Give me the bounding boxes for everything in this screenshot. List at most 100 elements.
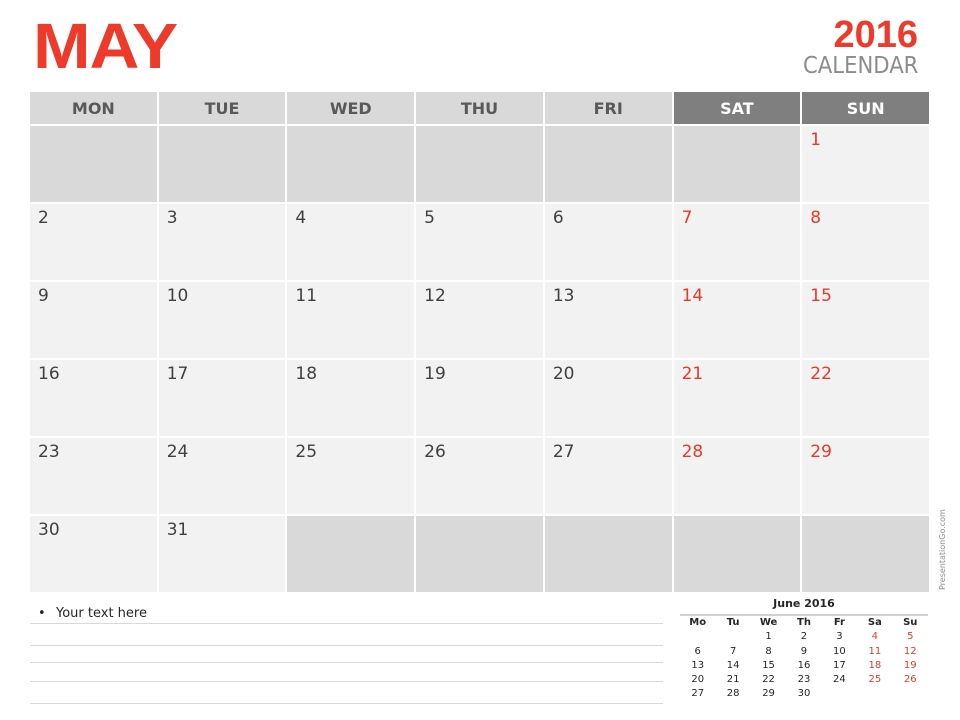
day-number: 18 bbox=[295, 364, 318, 384]
bullet-icon: • bbox=[38, 606, 46, 621]
day-cell[interactable]: 25 bbox=[287, 438, 415, 514]
mini-day: 29 bbox=[762, 688, 775, 700]
mini-day: 25 bbox=[868, 674, 882, 686]
mini-empty-cell bbox=[857, 687, 892, 701]
note-item[interactable]: • Your text here bbox=[38, 606, 147, 621]
day-cell[interactable]: 4 bbox=[287, 204, 415, 280]
month-title: MAY bbox=[33, 10, 178, 82]
month-calendar-grid: MON TUE WED THU FRI SAT SUN 1 2 3 4 5 6 7 8 9 10 11 12 13 14… bbox=[30, 92, 929, 592]
day-cell[interactable]: 11 bbox=[287, 282, 415, 358]
day-cell[interactable]: 20 bbox=[544, 360, 672, 436]
day-cell[interactable]: 27 bbox=[544, 438, 672, 514]
day-cell[interactable]: 26 bbox=[416, 438, 543, 514]
day-number: 12 bbox=[424, 286, 446, 306]
mini-day: 6 bbox=[694, 645, 701, 657]
day-number: 5 bbox=[424, 208, 435, 228]
day-cell[interactable]: 28 bbox=[673, 438, 801, 514]
day-cell[interactable]: 17 bbox=[158, 360, 286, 436]
day-cell[interactable]: 13 bbox=[544, 282, 672, 358]
day-cell[interactable]: 12 bbox=[416, 282, 543, 358]
day-cell[interactable]: 15 bbox=[802, 282, 929, 358]
day-number: 22 bbox=[810, 364, 832, 384]
mini-weekday-fr: Fr bbox=[833, 617, 845, 628]
mini-day: 17 bbox=[833, 659, 846, 671]
watermark: PresentationGo.com bbox=[938, 509, 947, 590]
mini-day: 4 bbox=[871, 631, 879, 643]
empty-day-cell bbox=[544, 516, 672, 592]
day-number: 14 bbox=[681, 286, 704, 306]
mini-day: 30 bbox=[797, 688, 811, 700]
empty-day-cell bbox=[544, 126, 672, 202]
mini-empty-cell bbox=[715, 630, 750, 644]
mini-weekday-we: We bbox=[759, 617, 778, 628]
empty-day-cell bbox=[287, 126, 415, 202]
calendar-label: CALENDAR bbox=[802, 53, 918, 79]
mini-day: 12 bbox=[903, 645, 917, 657]
empty-day-cell bbox=[416, 516, 543, 592]
day-cell[interactable]: 18 bbox=[287, 360, 415, 436]
day-number: 6 bbox=[552, 208, 564, 228]
day-number: 25 bbox=[295, 442, 318, 462]
mini-day: 23 bbox=[797, 674, 811, 686]
weekday-header-fri: FRI bbox=[544, 92, 672, 124]
mini-day: 24 bbox=[833, 674, 846, 686]
note-text: Your text here bbox=[56, 606, 147, 621]
day-cell[interactable]: 6 bbox=[544, 204, 672, 280]
mini-empty-cell bbox=[680, 630, 715, 644]
mini-day: 15 bbox=[762, 659, 775, 671]
day-number: 15 bbox=[810, 286, 832, 306]
mini-empty-cell bbox=[822, 687, 857, 701]
mini-day: 1 bbox=[765, 631, 772, 643]
day-cell[interactable]: 3 bbox=[158, 204, 286, 280]
day-number: 26 bbox=[424, 442, 446, 462]
mini-day: 14 bbox=[726, 659, 740, 671]
mini-day: 7 bbox=[729, 645, 737, 657]
mini-day: 10 bbox=[833, 645, 846, 657]
mini-weekday-su: Su bbox=[903, 617, 918, 628]
day-cell[interactable]: 31 bbox=[158, 516, 286, 592]
day-cell[interactable]: 29 bbox=[802, 438, 929, 514]
day-number: 23 bbox=[38, 442, 60, 462]
note-line bbox=[30, 681, 663, 682]
day-number: 10 bbox=[166, 286, 189, 306]
day-number: 13 bbox=[552, 286, 575, 306]
day-number: 21 bbox=[681, 364, 704, 384]
day-cell[interactable]: 7 bbox=[673, 204, 801, 280]
note-line bbox=[30, 645, 663, 646]
day-cell[interactable]: 14 bbox=[673, 282, 801, 358]
day-cell[interactable]: 5 bbox=[416, 204, 543, 280]
mini-day: 8 bbox=[765, 645, 772, 657]
day-number: 9 bbox=[38, 286, 49, 306]
mini-day: 2 bbox=[800, 631, 808, 643]
day-cell[interactable]: 24 bbox=[158, 438, 286, 514]
day-cell[interactable]: 10 bbox=[158, 282, 286, 358]
day-cell[interactable]: 2 bbox=[30, 204, 157, 280]
day-cell[interactable]: 22 bbox=[802, 360, 929, 436]
mini-day: 5 bbox=[907, 631, 914, 643]
mini-day: 18 bbox=[868, 659, 882, 671]
day-cell[interactable]: 8 bbox=[802, 204, 929, 280]
day-number: 17 bbox=[166, 364, 189, 384]
mini-day: 27 bbox=[691, 688, 705, 700]
day-number: 11 bbox=[295, 286, 318, 306]
mini-day: 22 bbox=[762, 674, 775, 686]
day-cell[interactable]: 16 bbox=[30, 360, 157, 436]
mini-weekday-th: Th bbox=[797, 617, 811, 628]
day-cell[interactable]: 21 bbox=[673, 360, 801, 436]
mini-day: 9 bbox=[800, 645, 808, 657]
mini-empty-cell bbox=[893, 687, 928, 701]
day-cell[interactable]: 30 bbox=[30, 516, 157, 592]
mini-calendar-grid: Mo Tu We Th Fr Sa Su 1 2 3 4 5 6 7 8 9 10 11 12 13 14 15 16 17 1… bbox=[680, 616, 928, 702]
day-number: 27 bbox=[552, 442, 575, 462]
day-cell[interactable]: 19 bbox=[416, 360, 543, 436]
day-cell[interactable]: 23 bbox=[30, 438, 157, 514]
note-line bbox=[30, 703, 663, 704]
empty-day-cell bbox=[416, 126, 543, 202]
mini-day: 16 bbox=[797, 659, 811, 671]
day-number: 28 bbox=[681, 442, 704, 462]
day-cell[interactable]: 1 bbox=[802, 126, 929, 202]
mini-day: 26 bbox=[903, 674, 917, 686]
mini-day: 21 bbox=[726, 674, 740, 686]
day-cell[interactable]: 9 bbox=[30, 282, 157, 358]
day-number: 1 bbox=[810, 130, 822, 150]
